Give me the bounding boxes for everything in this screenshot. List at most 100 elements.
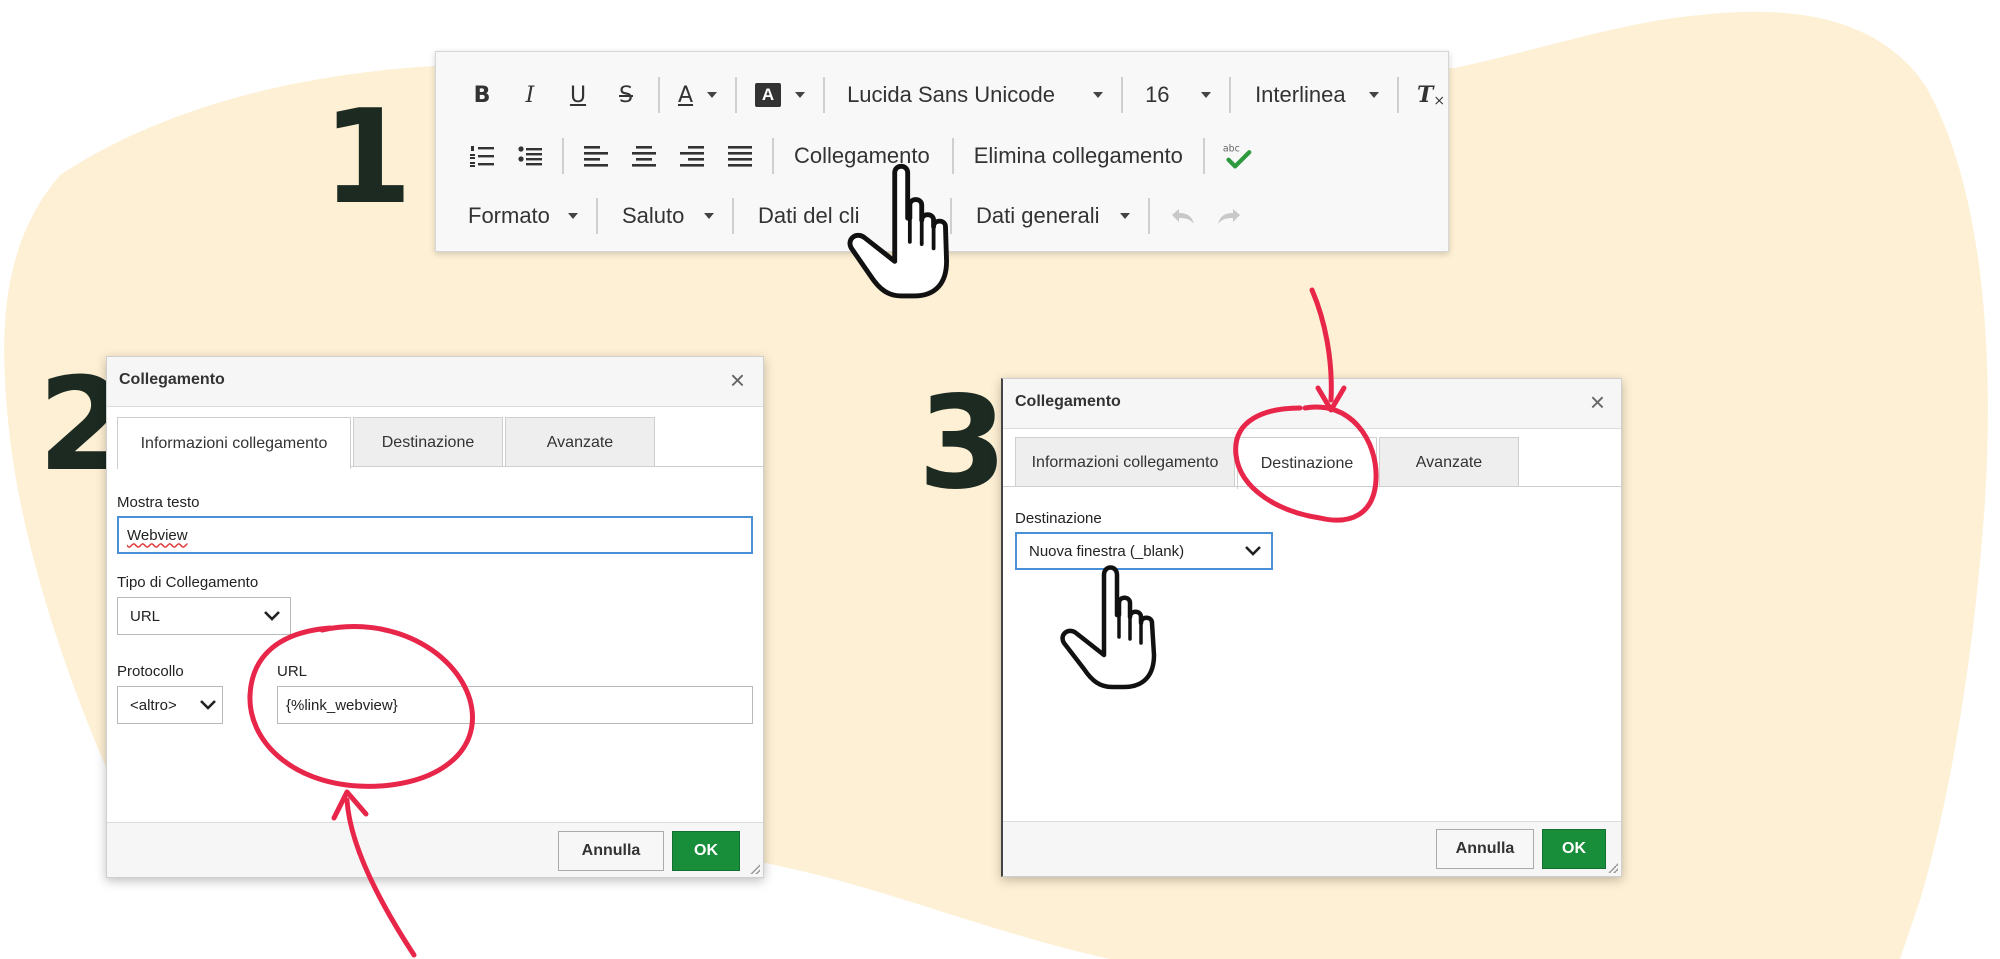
align-right-icon[interactable] <box>668 135 716 177</box>
display-text-label: Mostra testo <box>117 494 200 511</box>
chevron-down-icon <box>1369 92 1380 98</box>
chevron-down-icon <box>707 92 718 98</box>
protocol-select[interactable]: <altro> <box>117 686 223 724</box>
link-button[interactable]: Collegamento <box>782 143 944 169</box>
chevron-down-icon <box>1245 546 1261 556</box>
toolbar-row-3: Formato Saluto Dati del cli Dati general… <box>458 193 1254 239</box>
cancel-button[interactable]: Annulla <box>1436 829 1534 869</box>
dialog-footer: Annulla OK <box>107 822 763 877</box>
toolbar-separator <box>1202 138 1205 174</box>
text-color-button[interactable]: A <box>668 83 727 108</box>
tab-target[interactable]: Destinazione <box>1237 437 1377 489</box>
greeting-value: Saluto <box>622 203 685 228</box>
tab-link-info[interactable]: Informazioni collegamento <box>117 417 351 469</box>
ok-button[interactable]: OK <box>1542 829 1606 869</box>
cancel-button[interactable]: Annulla <box>558 831 664 871</box>
tab-underline <box>351 466 763 467</box>
toolbar-separator <box>732 198 734 234</box>
tab-advanced[interactable]: Avanzate <box>505 417 655 467</box>
bold-button[interactable]: B <box>458 74 506 116</box>
clear-format-button[interactable]: T × <box>1407 74 1455 116</box>
chevron-down-icon <box>795 92 806 98</box>
toolbar-separator <box>823 77 826 113</box>
toolbar-separator <box>951 138 954 174</box>
font-size-select[interactable]: 16 <box>1131 82 1221 108</box>
tab-target[interactable]: Destinazione <box>353 417 503 467</box>
underline-button[interactable]: U <box>554 74 602 116</box>
toolbar-separator <box>1229 77 1232 113</box>
chevron-down-icon <box>200 700 216 710</box>
dialog-footer: Annulla OK <box>1003 821 1621 876</box>
chevron-down-icon <box>922 213 932 219</box>
general-data-select[interactable]: Dati generali <box>960 203 1140 229</box>
chevron-down-icon <box>568 213 578 219</box>
display-text-input[interactable]: Webview <box>117 516 753 554</box>
link-type-select[interactable]: URL <box>117 597 291 635</box>
editor-toolbar: B I U S A A Lucida Sans Unicode 16 Inter… <box>435 51 1449 252</box>
tab-link-info[interactable]: Informazioni collegamento <box>1015 437 1235 487</box>
close-icon[interactable]: × <box>730 367 745 393</box>
line-height-select[interactable]: Interlinea <box>1239 82 1389 108</box>
bg-color-button[interactable]: A <box>745 83 815 107</box>
font-size-value: 16 <box>1145 82 1170 107</box>
line-height-value: Interlinea <box>1255 82 1346 107</box>
chevron-down-icon <box>704 213 714 219</box>
align-justify-icon[interactable] <box>716 135 764 177</box>
client-data-value: Dati del cli <box>758 203 860 228</box>
tab-underline <box>1003 486 1621 487</box>
toolbar-separator <box>1397 77 1400 113</box>
tab-advanced[interactable]: Avanzate <box>1379 437 1519 487</box>
dialog-header: Collegamento × <box>1003 379 1621 429</box>
strikethrough-button[interactable]: S <box>602 74 650 116</box>
greeting-select[interactable]: Saluto <box>606 203 724 229</box>
dialog-title: Collegamento <box>1015 393 1121 410</box>
toolbar-separator <box>950 198 952 234</box>
chevron-down-icon <box>264 611 280 621</box>
format-select[interactable]: Formato <box>458 203 588 229</box>
display-text-value: Webview <box>127 526 188 544</box>
undo-icon[interactable] <box>1158 195 1206 237</box>
format-value: Formato <box>468 203 550 228</box>
italic-button[interactable]: I <box>506 74 554 116</box>
toolbar-separator <box>1148 198 1150 234</box>
toolbar-separator <box>735 77 738 113</box>
resize-grip-icon[interactable] <box>1608 863 1618 873</box>
toolbar-separator <box>596 198 598 234</box>
spellcheck-icon[interactable]: abc <box>1213 135 1261 177</box>
ok-button[interactable]: OK <box>672 831 740 871</box>
toolbar-separator <box>1121 77 1124 113</box>
clear-format-x: × <box>1433 93 1446 109</box>
bullet-list-icon[interactable] <box>506 135 554 177</box>
svg-text:abc: abc <box>1223 143 1240 154</box>
toolbar-row-2: Collegamento Elimina collegamento abc <box>458 133 1261 179</box>
client-data-select[interactable]: Dati del cli <box>742 203 942 229</box>
link-dialog-info: Collegamento × Informazioni collegamento… <box>106 356 764 878</box>
dialog-header: Collegamento × <box>107 357 763 407</box>
numbered-list-icon[interactable] <box>458 135 506 177</box>
align-left-icon[interactable] <box>572 135 620 177</box>
target-select[interactable]: Nuova finestra (_blank) <box>1015 532 1273 570</box>
target-value: Nuova finestra (_blank) <box>1029 542 1185 560</box>
font-family-select[interactable]: Lucida Sans Unicode <box>833 82 1113 108</box>
link-dialog-target: Collegamento × Informazioni collegamento… <box>1001 378 1622 877</box>
toolbar-separator <box>772 138 774 174</box>
clear-format-icon: T <box>1417 82 1434 108</box>
unlink-button[interactable]: Elimina collegamento <box>962 143 1195 169</box>
step-number-1: 1 <box>322 81 413 233</box>
url-input[interactable]: {%link_webview} <box>277 686 753 724</box>
align-center-icon[interactable] <box>620 135 668 177</box>
toolbar-separator <box>658 77 660 113</box>
url-value: {%link_webview} <box>286 696 398 714</box>
link-type-value: URL <box>130 607 161 625</box>
url-label: URL <box>277 663 308 680</box>
chevron-down-icon <box>1093 92 1104 98</box>
toolbar-row-1: B I U S A A Lucida Sans Unicode 16 Inter… <box>458 72 1455 118</box>
dialog-title: Collegamento <box>119 371 225 388</box>
target-label: Destinazione <box>1015 510 1102 527</box>
redo-icon[interactable] <box>1206 195 1254 237</box>
protocol-label: Protocollo <box>117 663 184 680</box>
dialog-tabs: Informazioni collegamento Destinazione A… <box>1015 437 1521 489</box>
resize-grip-icon[interactable] <box>750 864 760 874</box>
text-color-icon: A <box>678 82 694 108</box>
close-icon[interactable]: × <box>1590 389 1605 415</box>
